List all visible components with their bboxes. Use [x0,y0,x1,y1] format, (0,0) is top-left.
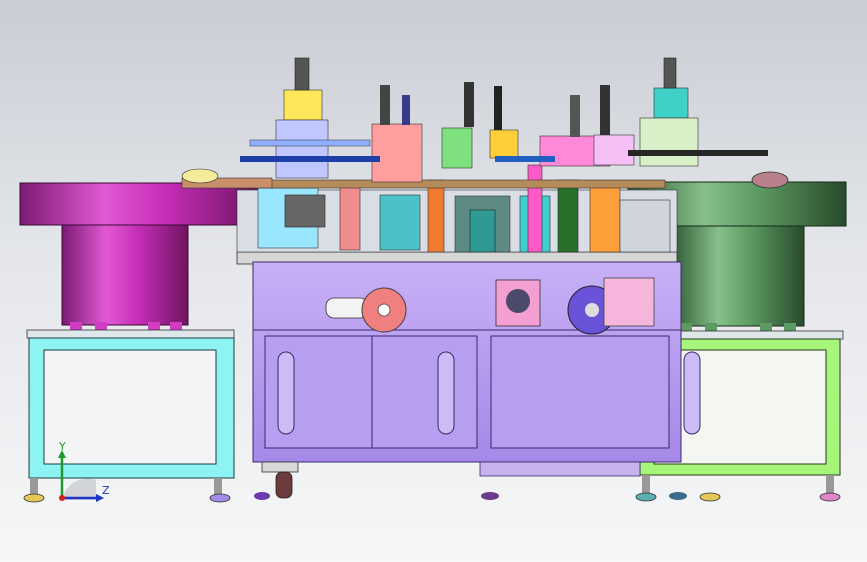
left-bowl-feeder[interactable] [19,182,261,330]
triad-axes-icon [58,450,104,502]
top-mechanism[interactable] [181,164,678,253]
upper-cylinders[interactable] [240,57,768,183]
assembly-model[interactable] [0,0,867,562]
cad-viewport[interactable]: Y Z [0,0,867,562]
coordinate-triad: Y Z [40,440,120,510]
axis-y-label: Y [59,440,66,453]
axis-z-label: Z [102,484,110,497]
